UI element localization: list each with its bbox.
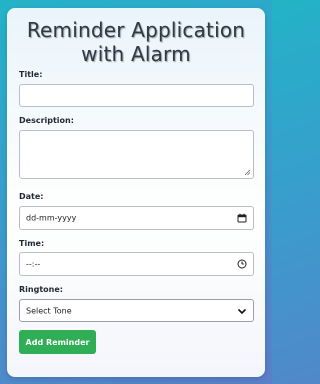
date-input[interactable]: dd-mm-yyyy xyxy=(19,206,254,230)
clock-icon[interactable] xyxy=(237,259,247,269)
date-label: Date: xyxy=(19,192,44,201)
ringtone-label: Ringtone: xyxy=(19,285,63,294)
reminder-card: Reminder Application with Alarm Title: D… xyxy=(7,8,265,377)
time-input-placeholder: --:-- xyxy=(26,259,41,269)
description-textarea[interactable] xyxy=(19,130,254,179)
time-input[interactable]: --:-- xyxy=(19,252,254,276)
title-input[interactable] xyxy=(19,84,254,107)
calendar-icon[interactable] xyxy=(237,213,247,223)
add-reminder-button-label: Add Reminder xyxy=(25,337,90,347)
ringtone-select[interactable]: Select Tone xyxy=(19,299,254,322)
description-label: Description: xyxy=(19,116,74,125)
title-label: Title: xyxy=(19,70,43,79)
add-reminder-button[interactable]: Add Reminder xyxy=(19,330,96,354)
time-label: Time: xyxy=(19,239,45,248)
chevron-down-icon[interactable] xyxy=(237,306,247,316)
title-line-2: with Alarm xyxy=(81,42,191,66)
date-input-placeholder: dd-mm-yyyy xyxy=(26,213,77,223)
ringtone-select-value: Select Tone xyxy=(26,306,72,315)
title-line-1: Reminder Application xyxy=(26,18,246,42)
page-title: Reminder Application with Alarm xyxy=(7,18,265,66)
resize-grip-icon[interactable] xyxy=(244,169,251,176)
